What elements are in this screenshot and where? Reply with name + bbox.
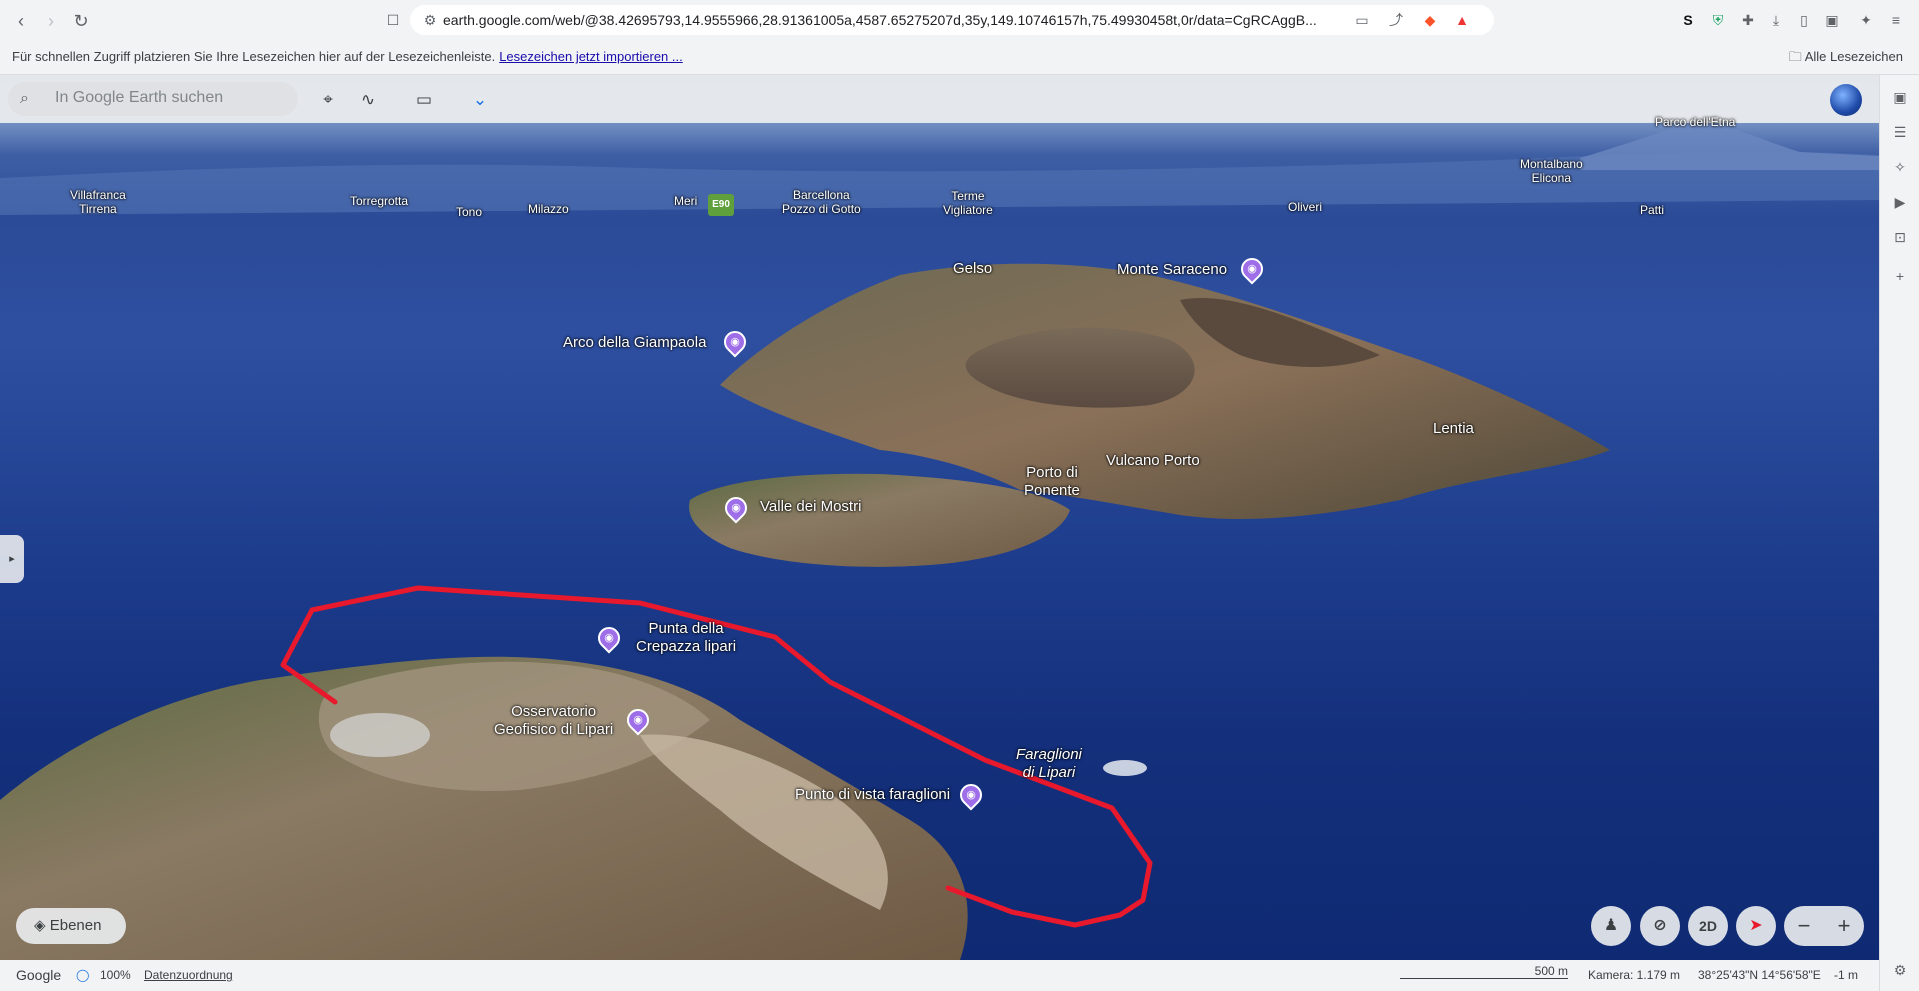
media-icon[interactable]: ▶ <box>1890 192 1910 212</box>
menu-icon[interactable]: ≡ <box>1886 10 1906 30</box>
settings-icon[interactable]: ⚙ <box>1890 960 1910 980</box>
earth-viewport[interactable] <box>0 75 1879 960</box>
bookmarks-hint-text: Für schnellen Zugriff platzieren Sie Ihr… <box>12 49 496 64</box>
place-label[interactable]: Faraglioni di Lipari <box>1016 746 1082 782</box>
place-label[interactable]: Arco della Giampaola <box>563 334 706 352</box>
place-label[interactable]: Porto di Ponente <box>1024 464 1080 500</box>
extension-s-icon[interactable]: S <box>1678 10 1698 30</box>
place-label[interactable]: Torregrotta <box>350 194 408 208</box>
scale-bar: 500 m <box>1400 964 1568 979</box>
elevation: -1 m <box>1834 968 1858 982</box>
layers-icon: ◈ <box>34 917 46 934</box>
google-logo: Google <box>16 967 62 983</box>
place-label[interactable]: Punto di vista faraglioni <box>795 786 950 804</box>
download-icon[interactable]: ⤓ <box>1766 10 1786 30</box>
url-text[interactable]: earth.google.com/web/@38.42695793,14.955… <box>443 12 1343 28</box>
zoom-control: − + <box>1784 906 1864 946</box>
account-avatar[interactable] <box>1830 84 1862 116</box>
toggle-2d-button[interactable]: 2D <box>1688 906 1728 946</box>
forward-icon[interactable]: › <box>40 10 62 32</box>
status-bar: Google ◯ 100% Datenzuordnung 500 m Kamer… <box>0 960 1879 991</box>
folder-icon: 🗀 <box>1788 49 1805 64</box>
place-label[interactable]: Oliveri <box>1288 200 1322 214</box>
place-label[interactable]: Lentia <box>1433 420 1474 438</box>
all-bookmarks[interactable]: 🗀 Alle Lesezeichen <box>1789 48 1903 70</box>
bookmarks-panel-icon[interactable]: ⊡ <box>1890 227 1910 247</box>
placemark-icon[interactable]: ⌖ <box>316 88 340 112</box>
place-label[interactable]: Gelso <box>953 260 992 278</box>
attribution-link[interactable]: Datenzuordnung <box>144 968 233 982</box>
cast-icon[interactable]: ▭ <box>1352 10 1372 30</box>
sidebar-icon[interactable]: ▯ <box>1794 10 1814 30</box>
ai-icon[interactable]: ✧ <box>1890 157 1910 177</box>
path-icon[interactable]: ∿ <box>356 88 380 112</box>
brave-rewards-icon[interactable]: ▲ <box>1452 10 1472 30</box>
zoom-out-icon[interactable]: − <box>1784 906 1824 946</box>
earth-terrain <box>0 120 1879 960</box>
place-label[interactable]: Montalbano Elicona <box>1520 157 1583 185</box>
cloud <box>330 713 430 757</box>
place-label[interactable]: Tono <box>456 205 482 219</box>
reading-list-icon[interactable]: ☰ <box>1890 122 1910 142</box>
wallet-panel-icon[interactable]: ▣ <box>1890 87 1910 107</box>
place-label[interactable]: Vulcano Porto <box>1106 452 1200 470</box>
all-bookmarks-label: Alle Lesezeichen <box>1804 49 1903 64</box>
place-label[interactable]: Barcellona Pozzo di Gotto <box>782 188 861 216</box>
vpn-shield-icon[interactable]: ⛨ <box>1708 10 1728 30</box>
place-label[interactable]: Parco dell'Etna <box>1655 115 1735 129</box>
place-label[interactable]: Patti <box>1640 203 1664 217</box>
place-label[interactable]: Monte Saraceno <box>1117 261 1227 279</box>
leo-icon[interactable]: ✦ <box>1856 10 1876 30</box>
ruler-icon[interactable]: ▭ <box>412 88 436 112</box>
compass-icon[interactable]: ➤ <box>1736 906 1776 946</box>
zoom-in-icon[interactable]: + <box>1824 906 1864 946</box>
faraglioni-rock <box>1103 760 1147 776</box>
reset-tilt-icon[interactable]: ⊘ <box>1640 906 1680 946</box>
layers-label: Ebenen <box>49 917 102 934</box>
import-bookmarks-link[interactable]: Lesezeichen jetzt importieren ... <box>499 49 683 64</box>
place-label[interactable]: Villafranca Tirrena <box>70 188 126 216</box>
layers-button[interactable]: ◈ Ebenen <box>16 908 126 944</box>
bookmark-icon[interactable]: ☐ <box>383 10 403 30</box>
camera-altitude: Kamera: 1.179 m <box>1588 968 1681 982</box>
place-label[interactable]: Osservatorio Geofisico di Lipari <box>494 703 613 739</box>
vulcanello-peninsula <box>689 473 1070 567</box>
expand-panel-icon[interactable]: ▸ <box>0 535 24 583</box>
right-rail <box>1879 75 1919 991</box>
share-icon[interactable]: ⤴ <box>1386 10 1406 30</box>
place-label[interactable]: Punta della Crepazza lipari <box>636 620 736 656</box>
road-shield[interactable]: E90 <box>708 194 734 216</box>
add-icon[interactable]: + <box>1890 266 1910 286</box>
reload-icon[interactable]: ↻ <box>70 10 92 32</box>
chevron-down-icon[interactable]: ⌄ <box>468 88 492 112</box>
extensions-icon[interactable]: ✚ <box>1738 10 1758 30</box>
street-view-icon[interactable]: ♟ <box>1591 906 1631 946</box>
place-label[interactable]: Meri <box>674 194 697 208</box>
place-label[interactable]: Milazzo <box>528 202 569 216</box>
site-info-icon[interactable]: ⚙ <box>420 10 440 30</box>
place-label[interactable]: Valle dei Mostri <box>760 498 861 516</box>
bookmarks-hint: Für schnellen Zugriff platzieren Sie Ihr… <box>12 49 683 64</box>
back-icon[interactable]: ‹ <box>10 10 32 32</box>
search-input[interactable]: In Google Earth suchen <box>55 89 223 107</box>
brave-shield-icon[interactable]: ◆ <box>1420 10 1440 30</box>
loading-indicator-icon: ◯ <box>76 968 90 982</box>
place-label[interactable]: Terme Vigliatore <box>943 189 993 217</box>
loading-percent: 100% <box>100 968 131 982</box>
search-icon: ⌕ <box>20 90 29 107</box>
coordinates: 38°25'43"N 14°56'58"E <box>1698 968 1821 982</box>
wallet-icon[interactable]: ▣ <box>1822 10 1842 30</box>
